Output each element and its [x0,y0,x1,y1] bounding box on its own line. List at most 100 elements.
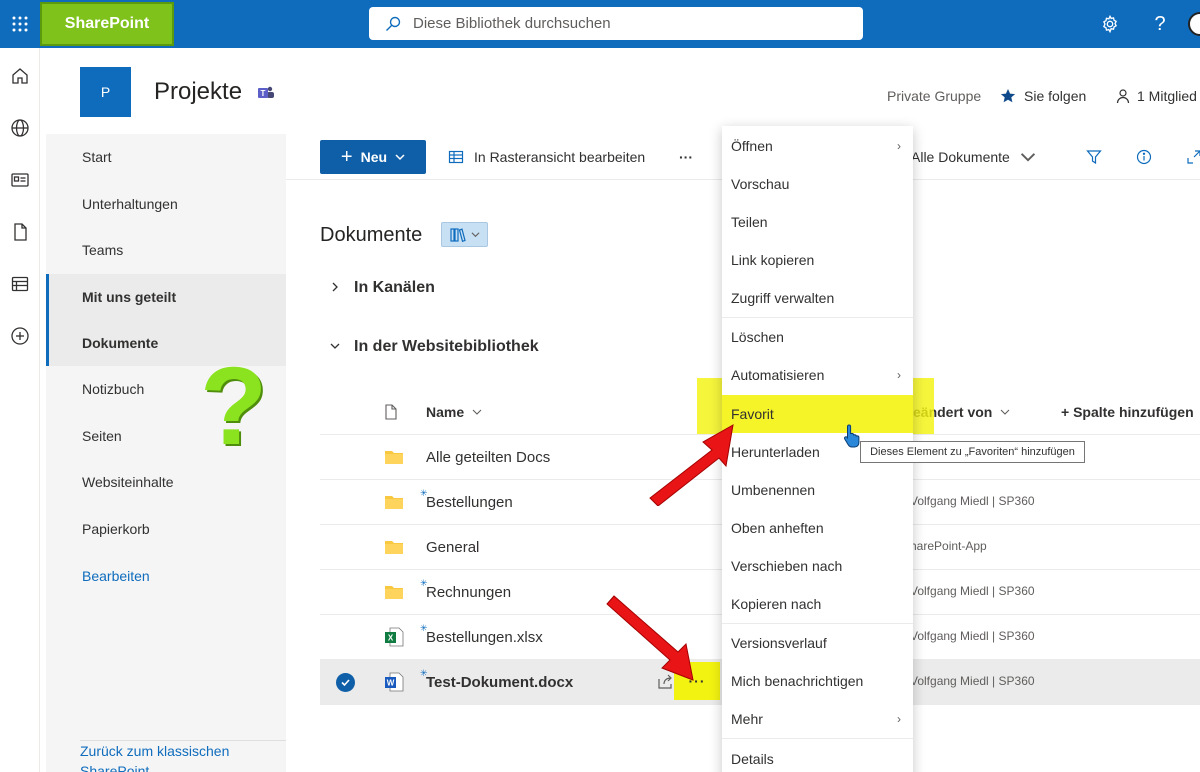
chevron-down-icon [330,338,354,356]
avatar[interactable] [1188,12,1200,36]
star-icon [1000,89,1016,103]
nav-item-teams[interactable]: Teams [46,227,286,273]
globe-icon[interactable] [8,116,32,140]
group-channels[interactable]: In Kanälen [330,279,435,297]
menu-item-details[interactable]: Details [722,740,913,772]
menu-item-oeffnen[interactable]: Öffnen › [722,127,913,165]
group-site-library[interactable]: In der Websitebibliothek [330,338,539,356]
file-name[interactable]: Bestellungen.xlsx [426,629,543,646]
new-button[interactable]: + Neu [320,140,426,174]
menu-label: Löschen [731,329,784,345]
menu-item-benachrichtigen[interactable]: Mich benachrichtigen [722,662,913,700]
follow-button[interactable]: Sie folgen [1000,88,1086,104]
menu-item-verschieben[interactable]: Verschieben nach [722,547,913,585]
folder-icon [385,586,403,599]
word-file-icon: W [385,672,404,692]
menu-item-automatisieren[interactable]: Automatisieren › [722,356,913,394]
menu-label: Verschieben nach [731,558,843,574]
menu-label: Automatisieren [731,367,825,383]
news-icon[interactable] [8,168,32,192]
gear-icon[interactable] [1090,0,1130,48]
nav-edit-link[interactable]: Bearbeiten [46,553,286,599]
menu-label: Link kopieren [731,252,815,268]
group-site-label: In der Websitebibliothek [354,338,539,355]
grid-edit-label: In Rasteransicht bearbeiten [474,149,646,165]
hand-cursor-icon [843,424,860,448]
app-bar [0,48,40,772]
file-name[interactable]: Test-Dokument.docx [426,674,573,691]
menu-item-versionsverlauf[interactable]: Versionsverlauf [722,624,913,662]
nav-item-start[interactable]: Start [46,134,286,180]
file-name[interactable]: Rechnungen [426,584,511,601]
checkmark-icon [341,679,350,687]
modified-by: Volfgang Miedl | SP360 [910,494,1035,508]
svg-text:X: X [388,634,394,643]
view-selector[interactable]: Alle Dokumente [911,134,1046,180]
nav-item-unterhaltungen[interactable]: Unterhaltungen [46,181,286,227]
expand-icon[interactable] [1186,134,1200,180]
chevron-right-icon: › [897,712,901,726]
menu-item-favorit[interactable]: Favorit [722,395,913,433]
modified-by: Volfgang Miedl | SP360 [910,629,1035,643]
search-input[interactable]: Diese Bibliothek durchsuchen [369,7,863,40]
members-button[interactable]: 1 Mitglied [1115,88,1197,104]
new-label: Neu [360,149,388,165]
modified-by: Volfgang Miedl | SP360 [910,674,1035,688]
menu-item-oben-anheften[interactable]: Oben anheften [722,509,913,547]
app-launcher-icon[interactable] [0,0,40,48]
chevron-down-icon [1020,153,1035,162]
menu-item-zugriff-verwalten[interactable]: Zugriff verwalten [722,279,913,317]
chevron-down-icon [472,409,482,415]
column-header-name[interactable]: Name [426,390,482,434]
file-name[interactable]: Alle geteilten Docs [426,449,550,466]
nav-item-shared[interactable]: Mit uns geteilt [46,274,286,320]
menu-item-vorschau[interactable]: Vorschau [722,165,913,203]
menu-item-mehr[interactable]: Mehr › [722,700,913,738]
excel-file-icon: X [385,627,404,647]
menu-item-kopieren[interactable]: Kopieren nach [722,585,913,623]
modified-by: harePoint-App [910,539,987,553]
menu-item-loeschen[interactable]: Löschen [722,318,913,356]
classic-sharepoint-link[interactable]: Zurück zum klassischen SharePoint [80,740,286,772]
folder-icon [385,541,403,554]
grid-icon [448,150,464,164]
info-icon[interactable] [1136,134,1162,180]
grid-edit-button[interactable]: In Rasteransicht bearbeiten [448,134,645,180]
chevron-down-icon [1000,409,1010,415]
library-title: Dokumente [320,224,423,246]
home-icon[interactable] [8,64,32,88]
help-icon[interactable]: ? [1140,0,1180,48]
person-icon [1116,89,1130,104]
menu-item-link-kopieren[interactable]: Link kopieren [722,241,913,279]
menu-label: Zugriff verwalten [731,290,835,306]
add-circle-icon[interactable] [8,324,32,348]
menu-label: Details [731,751,774,767]
list-icon[interactable] [8,272,32,296]
more-commands-button[interactable]: ··· [679,134,693,180]
row-checkbox[interactable] [336,673,355,692]
chevron-right-icon: › [897,139,901,153]
filter-icon[interactable] [1086,134,1112,180]
file-type-column-icon[interactable] [384,390,398,434]
site-logo[interactable]: P [80,67,131,117]
view-label: Alle Dokumente [911,149,1010,165]
chevron-right-icon: › [897,368,901,382]
menu-divider [722,738,913,739]
library-view-switch[interactable] [441,222,488,247]
menu-item-teilen[interactable]: Teilen [722,203,913,241]
svg-text:W: W [387,679,395,688]
follow-label: Sie folgen [1024,88,1087,104]
file-name[interactable]: Bestellungen [426,494,513,511]
menu-label: Versionsverlauf [731,635,827,651]
file-name[interactable]: General [426,539,479,556]
question-mark-annotation: ? [200,345,268,468]
sharepoint-brand[interactable]: SharePoint [40,2,174,46]
add-column-button[interactable]: + Spalte hinzufügen [1061,390,1194,434]
file-icon[interactable] [8,220,32,244]
search-icon [386,16,401,31]
menu-item-umbenennen[interactable]: Umbenennen [722,471,913,509]
menu-label: Umbenennen [731,482,816,498]
site-title[interactable]: Projekte [154,78,242,106]
nav-item-papierkorb[interactable]: Papierkorb [46,506,286,552]
suite-header: SharePoint Diese Bibliothek durchsuchen … [0,0,1200,48]
